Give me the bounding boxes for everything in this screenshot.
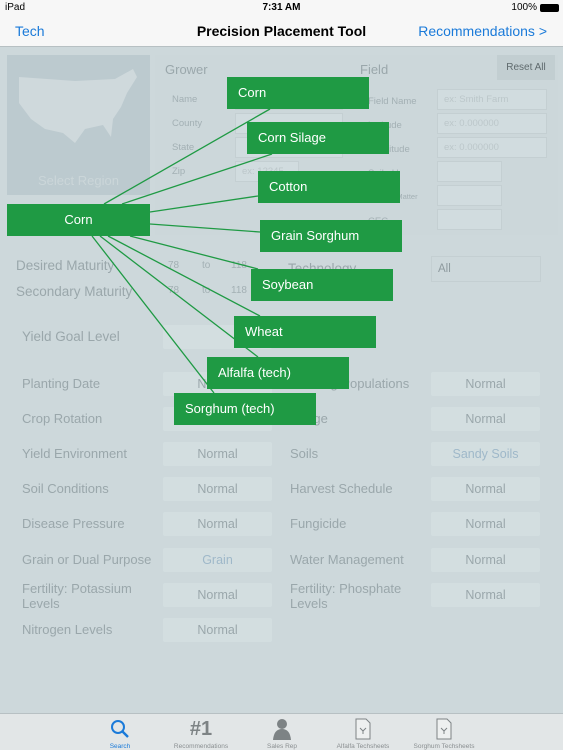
tab-label: Recommendations <box>173 743 229 750</box>
connector-line <box>121 153 273 205</box>
tab-sorghum-techsheets[interactable]: Sorghum Techsheets <box>409 717 479 750</box>
number-one-icon: #1 <box>189 717 213 740</box>
crop-option[interactable]: Cotton <box>258 171 400 203</box>
crop-option[interactable]: Alfalfa (tech) <box>207 357 349 389</box>
crop-option[interactable]: Wheat <box>234 316 376 348</box>
connector-line <box>149 223 261 233</box>
tab-bar: Search #1 Recommendations Sales Rep Alfalfa … <box>0 713 563 750</box>
tab-recommendations[interactable]: #1 Recommendations <box>166 717 236 750</box>
document-icon <box>328 717 398 741</box>
connector-line <box>149 195 259 213</box>
tab-search[interactable]: Search <box>85 717 155 750</box>
person-icon <box>247 717 317 741</box>
tab-label: Sales Rep <box>267 743 297 750</box>
crop-option[interactable]: Soybean <box>251 269 393 301</box>
tab-label: Sorghum Techsheets <box>413 743 475 750</box>
tab-label: Search <box>109 743 131 750</box>
crop-option[interactable]: Sorghum (tech) <box>174 393 316 425</box>
tab-label: Alfalfa Techsheets <box>336 743 390 750</box>
tab-alfalfa-techsheets[interactable]: Alfalfa Techsheets <box>328 717 398 750</box>
crop-option[interactable]: Corn <box>227 77 369 109</box>
document-icon <box>409 717 479 741</box>
search-icon <box>85 717 155 741</box>
tab-sales-rep[interactable]: Sales Rep <box>247 717 317 750</box>
selected-crop-button[interactable]: Corn <box>7 204 150 236</box>
connector-line <box>103 108 271 205</box>
crop-option[interactable]: Grain Sorghum <box>260 220 402 252</box>
connector-line <box>129 235 259 270</box>
connector-line <box>107 235 261 317</box>
crop-option[interactable]: Corn Silage <box>247 122 389 154</box>
